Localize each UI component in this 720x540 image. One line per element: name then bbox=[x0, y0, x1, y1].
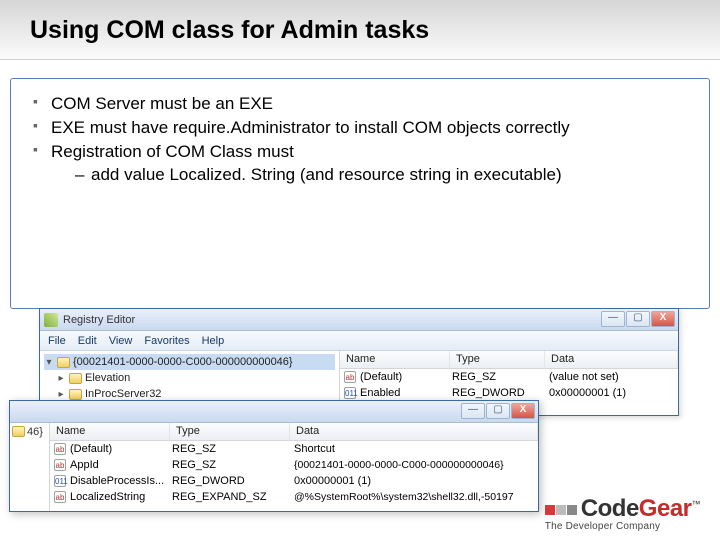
sub-bullet-item: add value Localized. String (and resourc… bbox=[75, 164, 695, 186]
window-titlebar[interactable]: — ▢ X bbox=[10, 401, 538, 423]
column-header-name[interactable]: Name bbox=[340, 351, 450, 368]
minimize-button[interactable]: — bbox=[461, 403, 485, 419]
expand-icon[interactable]: ▾ bbox=[44, 357, 54, 368]
cell-data: @%SystemRoot%\system32\shell32.dll,-5019… bbox=[294, 491, 514, 503]
tree-node-root[interactable]: ▾ {00021401-0000-0000-C000-000000000046} bbox=[44, 354, 335, 370]
tree-node-label: Elevation bbox=[85, 372, 130, 384]
menu-file[interactable]: File bbox=[48, 335, 66, 347]
cell-data: (value not set) bbox=[549, 371, 619, 383]
list-row[interactable]: ab (Default) REG_SZ Shortcut bbox=[50, 441, 538, 457]
registry-body: 46} Name Type Data ab (Default) REG_SZ S… bbox=[10, 423, 538, 511]
column-header-data[interactable]: Data bbox=[290, 423, 538, 440]
expand-icon[interactable]: ▸ bbox=[56, 389, 66, 400]
column-header-data[interactable]: Data bbox=[545, 351, 678, 368]
cell-type: REG_DWORD bbox=[452, 387, 549, 399]
tree-fragment-label: 46} bbox=[27, 426, 43, 438]
tree-node[interactable]: ▸ Elevation bbox=[44, 370, 335, 386]
folder-icon bbox=[69, 389, 82, 400]
cell-type: REG_EXPAND_SZ bbox=[172, 491, 294, 503]
list-row[interactable]: 011 Enabled REG_DWORD 0x00000001 (1) bbox=[340, 385, 678, 401]
list-body: ab (Default) REG_SZ Shortcut ab AppId RE… bbox=[50, 441, 538, 511]
cell-name: Enabled bbox=[360, 387, 452, 399]
menu-view[interactable]: View bbox=[109, 335, 133, 347]
cell-name: (Default) bbox=[70, 443, 172, 455]
codegear-logo: CodeGear™ The Developer Company bbox=[545, 495, 700, 532]
slide-body: COM Server must be an EXE EXE must have … bbox=[0, 60, 720, 309]
string-value-icon: ab bbox=[54, 443, 66, 455]
cell-data: {00021401-0000-0000-C000-000000000046} bbox=[294, 459, 504, 471]
trademark-symbol: ™ bbox=[692, 499, 701, 509]
sub-bullet-list: add value Localized. String (and resourc… bbox=[75, 164, 695, 186]
maximize-button[interactable]: ▢ bbox=[626, 311, 650, 327]
cell-type: REG_SZ bbox=[172, 459, 294, 471]
cell-data: Shortcut bbox=[294, 443, 335, 455]
string-value-icon: ab bbox=[54, 491, 66, 503]
column-header-type[interactable]: Type bbox=[170, 423, 290, 440]
cell-name: AppId bbox=[70, 459, 172, 471]
registry-editor-window-bottom: — ▢ X 46} Name Type Data ab (Default) RE… bbox=[9, 400, 539, 512]
expand-icon[interactable]: ▸ bbox=[56, 373, 66, 384]
window-titlebar[interactable]: Registry Editor — ▢ X bbox=[40, 309, 678, 331]
list-row[interactable]: ab AppId REG_SZ {00021401-0000-0000-C000… bbox=[50, 457, 538, 473]
folder-icon bbox=[69, 373, 82, 384]
dword-value-icon: 011 bbox=[54, 475, 66, 487]
cell-type: REG_SZ bbox=[452, 371, 549, 383]
list-header: Name Type Data bbox=[50, 423, 538, 441]
bullet-item: COM Server must be an EXE bbox=[33, 93, 695, 115]
app-icon bbox=[44, 313, 58, 327]
menu-bar: File Edit View Favorites Help bbox=[40, 331, 678, 351]
cell-data: 0x00000001 (1) bbox=[549, 387, 626, 399]
registry-tree-strip[interactable]: 46} bbox=[10, 423, 50, 511]
bullet-text: Registration of COM Class must bbox=[51, 142, 294, 161]
slide-title: Using COM class for Admin tasks bbox=[30, 16, 690, 45]
cell-type: REG_DWORD bbox=[172, 475, 294, 487]
cell-data: 0x00000001 (1) bbox=[294, 475, 371, 487]
list-row[interactable]: ab (Default) REG_SZ (value not set) bbox=[340, 369, 678, 385]
string-value-icon: ab bbox=[344, 371, 356, 383]
window-control-buttons: — ▢ X bbox=[461, 403, 535, 419]
close-button[interactable]: X bbox=[651, 311, 675, 327]
content-frame: COM Server must be an EXE EXE must have … bbox=[10, 78, 710, 309]
folder-icon bbox=[57, 357, 70, 368]
column-header-type[interactable]: Type bbox=[450, 351, 545, 368]
minimize-button[interactable]: — bbox=[601, 311, 625, 327]
list-row[interactable]: ab LocalizedString REG_EXPAND_SZ @%Syste… bbox=[50, 489, 538, 505]
tree-node-label: InProcServer32 bbox=[85, 388, 161, 400]
tree-node-label: {00021401-0000-0000-C000-000000000046} bbox=[73, 356, 293, 368]
slide-header: Using COM class for Admin tasks bbox=[0, 0, 720, 60]
cell-name: DisableProcessIs... bbox=[70, 475, 172, 487]
cell-name: LocalizedString bbox=[70, 491, 172, 503]
registry-value-list[interactable]: Name Type Data ab (Default) REG_SZ Short… bbox=[50, 423, 538, 511]
bullet-item: EXE must have require.Administrator to i… bbox=[33, 117, 695, 139]
close-button[interactable]: X bbox=[511, 403, 535, 419]
list-header: Name Type Data bbox=[340, 351, 678, 369]
folder-icon bbox=[12, 426, 25, 437]
menu-help[interactable]: Help bbox=[202, 335, 225, 347]
dword-value-icon: 011 bbox=[344, 387, 356, 399]
window-control-buttons: — ▢ X bbox=[601, 311, 675, 327]
column-header-name[interactable]: Name bbox=[50, 423, 170, 440]
cell-name: (Default) bbox=[360, 371, 452, 383]
menu-edit[interactable]: Edit bbox=[78, 335, 97, 347]
cell-type: REG_SZ bbox=[172, 443, 294, 455]
logo-wordmark: CodeGear™ bbox=[545, 495, 700, 523]
window-title: Registry Editor bbox=[63, 314, 135, 326]
logo-brand-a: Code bbox=[581, 495, 639, 522]
string-value-icon: ab bbox=[54, 459, 66, 471]
bullet-item: Registration of COM Class must add value… bbox=[33, 141, 695, 187]
bullet-list: COM Server must be an EXE EXE must have … bbox=[33, 93, 695, 186]
menu-favorites[interactable]: Favorites bbox=[144, 335, 189, 347]
list-row[interactable]: 011 DisableProcessIs... REG_DWORD 0x0000… bbox=[50, 473, 538, 489]
logo-squares-icon bbox=[545, 505, 577, 515]
maximize-button[interactable]: ▢ bbox=[486, 403, 510, 419]
logo-brand-b: Gear bbox=[639, 495, 692, 522]
